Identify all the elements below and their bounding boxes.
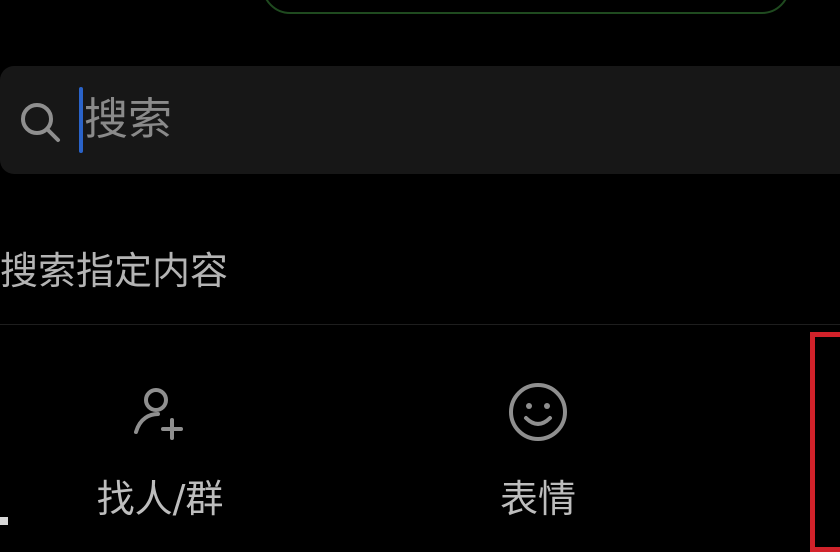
top-card-outline — [262, 0, 790, 14]
search-icon — [21, 103, 60, 142]
emoji-button[interactable]: 表情 — [408, 380, 668, 523]
section-title: 搜索指定内容 — [0, 249, 229, 293]
corner-glyph — [0, 517, 8, 525]
emoji-label: 表情 — [499, 477, 576, 521]
highlight-box — [810, 332, 840, 552]
text-caret — [79, 87, 83, 153]
find-people-group-label: 找人/群 — [96, 477, 224, 521]
search-bar[interactable] — [0, 66, 840, 174]
add-user-icon — [134, 388, 183, 440]
smiley-icon — [509, 383, 567, 441]
search-input[interactable] — [84, 84, 784, 154]
find-people-group-button[interactable]: 找人/群 — [30, 380, 290, 523]
divider — [0, 324, 840, 325]
